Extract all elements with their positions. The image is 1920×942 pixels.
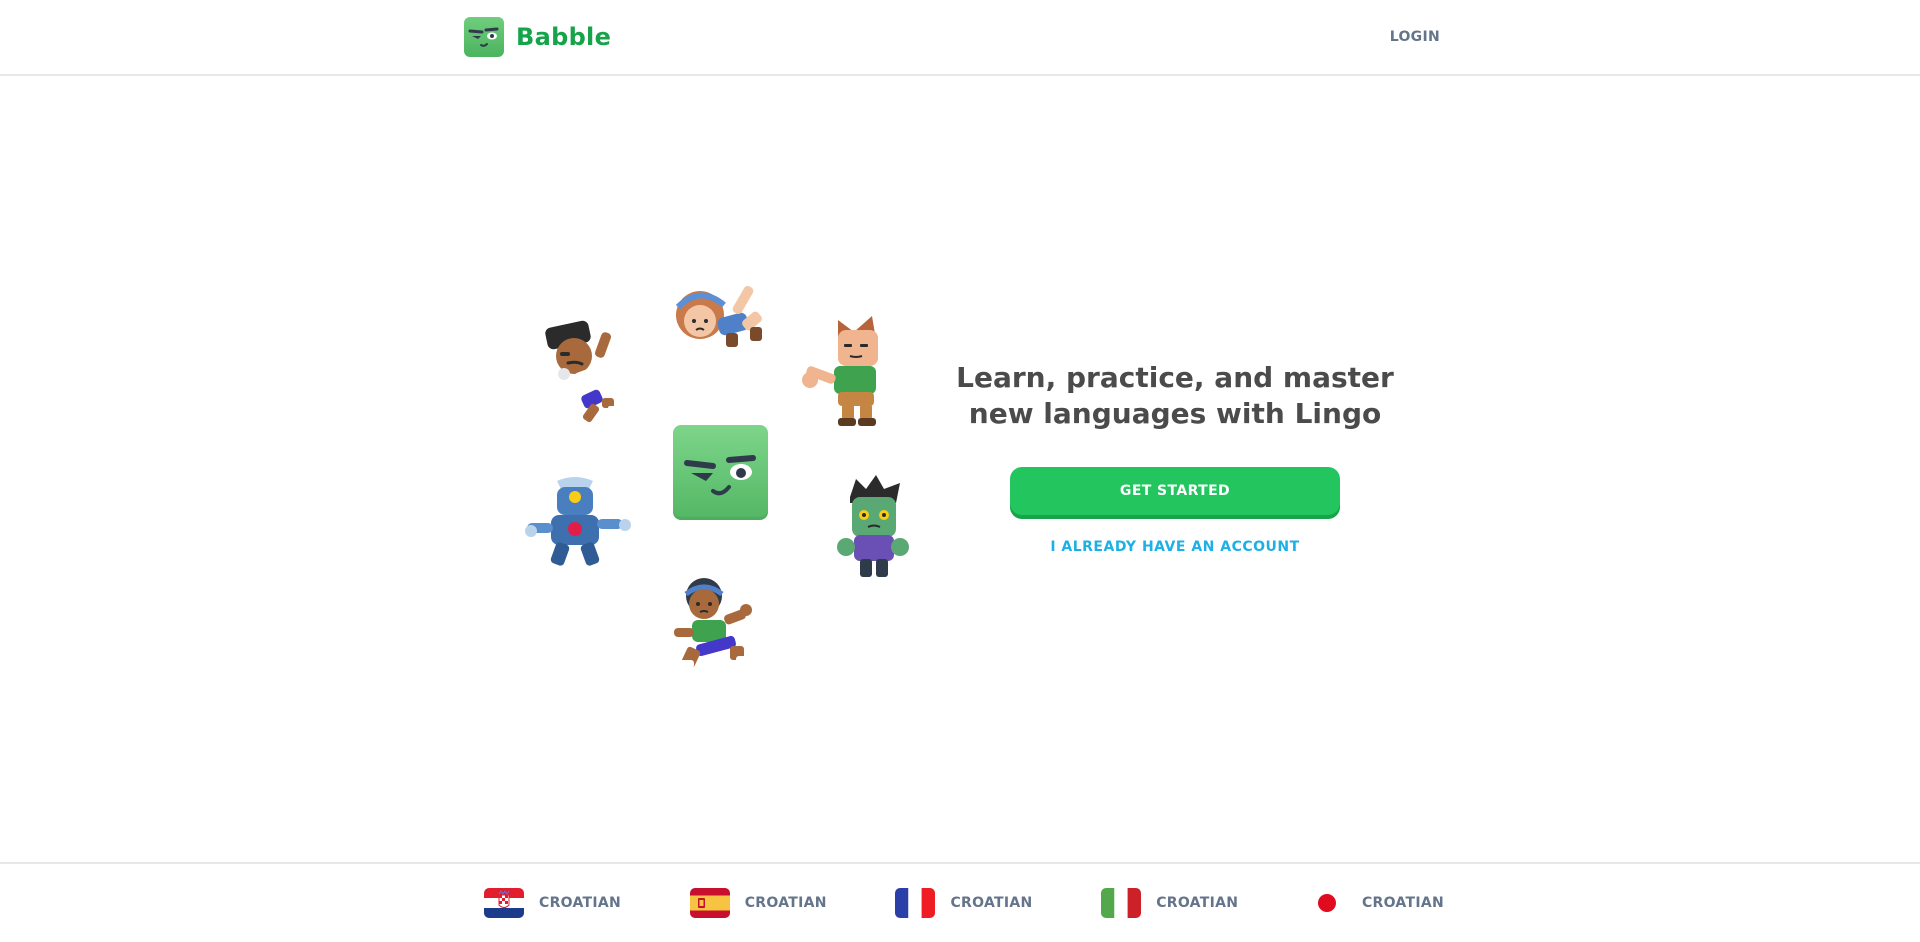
hero-illustration [520, 270, 920, 680]
have-account-link[interactable]: I ALREADY HAVE AN ACCOUNT [1050, 539, 1299, 555]
mascot-face-icon [464, 17, 504, 57]
language-label: CROATIAN [950, 895, 1033, 911]
zombie-character [830, 475, 920, 589]
language-item-2[interactable]: CROATIAN [680, 882, 837, 924]
language-item-3[interactable]: CROATIAN [885, 882, 1042, 924]
top-nav-inner: Babble LOGIN [464, 0, 1440, 74]
language-label: CROATIAN [744, 895, 827, 911]
top-nav: Babble LOGIN [0, 0, 1920, 76]
croatia-flag-icon [484, 888, 524, 918]
spain-flag-icon [689, 888, 730, 918]
mascot-icon [673, 425, 768, 520]
hero-title: Learn, practice, and master new language… [956, 361, 1394, 430]
girl-character [670, 275, 770, 367]
login-button[interactable]: LOGIN [1382, 21, 1440, 53]
language-item-1[interactable]: CROATIAN [474, 882, 631, 924]
brand[interactable]: Babble [464, 17, 611, 57]
hero-content: Learn, practice, and master new language… [940, 360, 1410, 555]
get-started-button[interactable]: GET STARTED [1010, 467, 1340, 515]
language-label: CROATIAN [1361, 895, 1444, 911]
language-item-5[interactable]: CROATIAN [1297, 882, 1454, 924]
language-label: CROATIAN [539, 895, 622, 911]
runner-character [670, 576, 770, 680]
italy-flag-icon [1101, 888, 1142, 918]
brand-name: Babble [516, 23, 612, 51]
language-footer: CROATIAN CROATIAN CROATIAN CROATIAN CROA… [0, 862, 1920, 942]
language-list: CROATIAN CROATIAN CROATIAN CROATIAN CROA… [474, 864, 1454, 942]
boy-character [798, 310, 898, 434]
man-character [538, 318, 630, 432]
language-item-4[interactable]: CROATIAN [1091, 882, 1248, 924]
france-flag-icon [895, 888, 936, 918]
language-label: CROATIAN [1156, 895, 1239, 911]
japan-flag-icon [1306, 888, 1347, 918]
robot-character [525, 475, 635, 579]
